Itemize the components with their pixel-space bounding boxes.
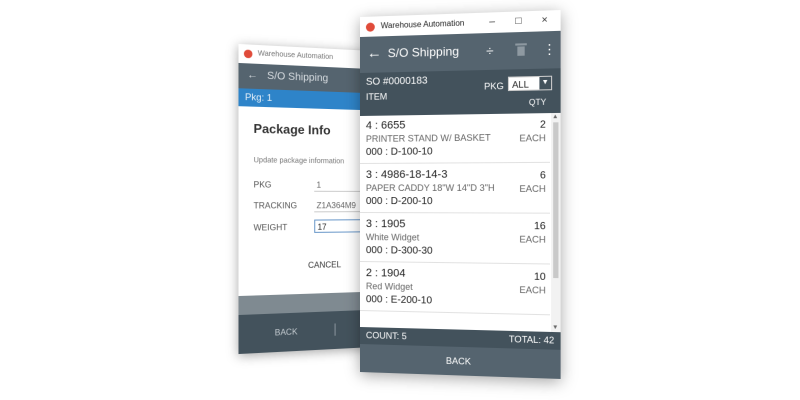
- item-location: 000 : E-200-10: [365, 294, 433, 307]
- tracking-field-label: TRACKING: [253, 201, 298, 211]
- close-button[interactable]: ×: [542, 14, 548, 29]
- so-shipping-window: Warehouse Automation – □ × ← S/O Shippin…: [360, 10, 561, 379]
- pkg-field-label: PKG: [253, 180, 272, 190]
- item-count: COUNT: 5: [365, 330, 407, 342]
- item-code: 4 : 6655: [365, 119, 406, 132]
- pkg-filter-select[interactable]: ALL ▼: [507, 75, 553, 92]
- maximize-button[interactable]: □: [515, 14, 521, 29]
- app-logo-icon: [243, 49, 253, 59]
- item-code: 3 : 1905: [365, 218, 406, 231]
- item-qty: 2: [539, 119, 546, 131]
- page-title: S/O Shipping: [387, 44, 460, 61]
- list-scrollbar[interactable]: ▲ ▼: [551, 112, 561, 333]
- list-item[interactable]: 4 : 6655 PRINTER STAND W/ BASKET 000 : D…: [360, 113, 550, 164]
- order-header: SO #0000183 ITEM PKG ALL ▼ QTY: [360, 68, 561, 116]
- back-window-app-title: Warehouse Automation: [257, 50, 334, 62]
- item-uom: EACH: [519, 132, 546, 144]
- item-code: 3 : 4986-18-14-3: [365, 168, 448, 181]
- item-qty: 10: [534, 271, 546, 284]
- chevron-down-icon: ▼: [539, 76, 552, 90]
- item-total: TOTAL: 42: [508, 333, 555, 346]
- trash-can: [517, 46, 525, 56]
- item-location: 000 : D-200-10: [365, 196, 433, 208]
- pkg-filter-value: ALL: [512, 79, 529, 90]
- back-window-title: S/O Shipping: [267, 70, 329, 85]
- more-vert-icon[interactable]: ⋮: [543, 40, 557, 59]
- app-title: Warehouse Automation: [380, 18, 465, 31]
- back-window-back-button[interactable]: BACK: [275, 327, 298, 337]
- so-number: SO #0000183: [365, 75, 428, 88]
- back-button[interactable]: BACK: [360, 344, 561, 379]
- arrow-left-icon[interactable]: ←: [367, 44, 382, 62]
- trash-lid: [515, 43, 527, 46]
- list-item[interactable]: 3 : 4986-18-14-3 PAPER CADDY 18"W 14"D 3…: [360, 163, 550, 214]
- scroll-up-icon[interactable]: ▲: [552, 114, 558, 120]
- app-logo-icon: [365, 22, 375, 32]
- item-location: 000 : D-300-30: [365, 245, 433, 257]
- item-uom: EACH: [519, 234, 546, 245]
- cancel-button[interactable]: CANCEL: [308, 260, 341, 270]
- divide-icon[interactable]: ÷: [486, 42, 493, 61]
- trash-icon[interactable]: [515, 43, 527, 56]
- pkg-filter-label: PKG: [484, 80, 504, 92]
- item-description: PRINTER STAND W/ BASKET: [365, 132, 491, 144]
- list-item[interactable]: 2 : 1904 Red Widget 000 : E-200-10 10 EA…: [360, 263, 550, 316]
- qty-column-header: QTY: [528, 97, 547, 108]
- item-uom: EACH: [519, 183, 546, 194]
- weight-field-label: WEIGHT: [253, 222, 288, 233]
- bottom-divider: [334, 323, 336, 336]
- list-item[interactable]: 3 : 1905 White Widget 000 : D-300-30 16 …: [360, 214, 550, 265]
- minimize-button[interactable]: –: [489, 15, 495, 30]
- scroll-thumb[interactable]: [553, 122, 559, 279]
- item-code: 2 : 1904: [365, 267, 406, 280]
- item-description: Red Widget: [365, 281, 413, 292]
- item-location: 000 : D-100-10: [365, 146, 433, 158]
- scroll-down-icon[interactable]: ▼: [552, 325, 558, 331]
- arrow-left-icon[interactable]: ←: [247, 70, 258, 82]
- item-column-header: ITEM: [365, 91, 388, 102]
- item-description: White Widget: [365, 232, 420, 243]
- app-bar: ← S/O Shipping ÷ ⋮: [360, 30, 561, 73]
- item-uom: EACH: [519, 284, 546, 296]
- item-qty: 6: [539, 170, 546, 182]
- item-description: PAPER CADDY 18"W 14"D 3"H: [365, 182, 495, 193]
- item-qty: 16: [534, 220, 546, 233]
- item-list: 4 : 6655 PRINTER STAND W/ BASKET 000 : D…: [360, 112, 561, 333]
